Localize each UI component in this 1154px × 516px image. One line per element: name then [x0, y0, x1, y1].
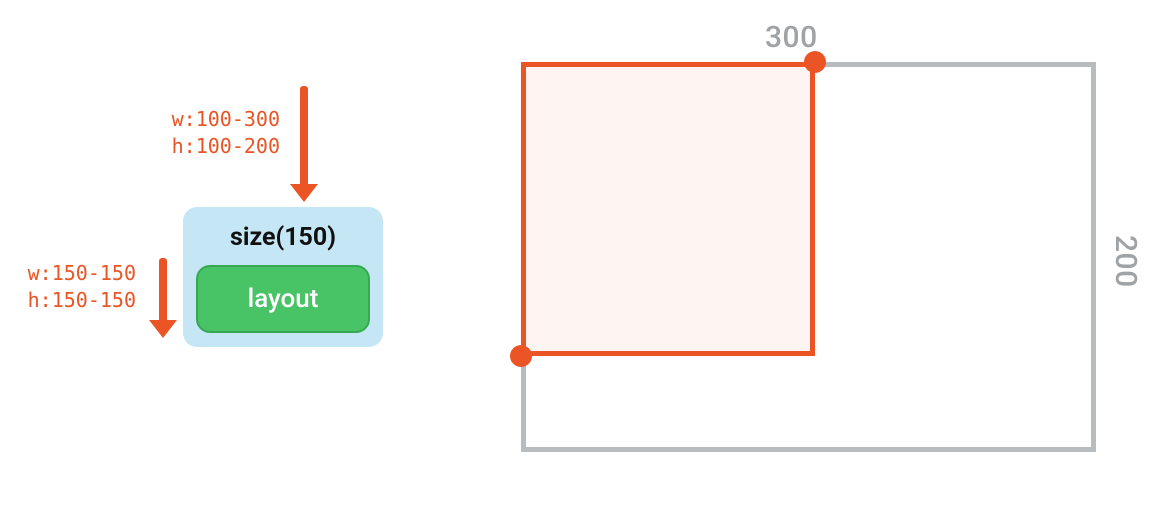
arrow-down-incoming-icon	[290, 86, 318, 202]
outgoing-constraints: w:150-150 h:150-150	[0, 260, 136, 314]
child-resolved-box	[521, 62, 815, 356]
constraint-handle-bottom-left-icon	[510, 345, 532, 367]
outgoing-constraint-width: w:150-150	[0, 260, 136, 287]
size-modifier-node: size(150) layout	[183, 207, 383, 347]
arrow-down-outgoing-icon	[149, 258, 177, 338]
incoming-constraint-width: w:100-300	[140, 106, 280, 133]
layout-child-label: layout	[248, 284, 319, 314]
incoming-constraint-height: h:100-200	[140, 133, 280, 160]
size-modifier-title: size(150)	[230, 223, 336, 253]
parent-height-label: 200	[1108, 235, 1143, 288]
outgoing-constraint-height: h:150-150	[0, 287, 136, 314]
incoming-constraints: w:100-300 h:100-200	[140, 106, 280, 160]
parent-width-label: 300	[765, 20, 818, 55]
layout-child-node: layout	[196, 265, 370, 333]
